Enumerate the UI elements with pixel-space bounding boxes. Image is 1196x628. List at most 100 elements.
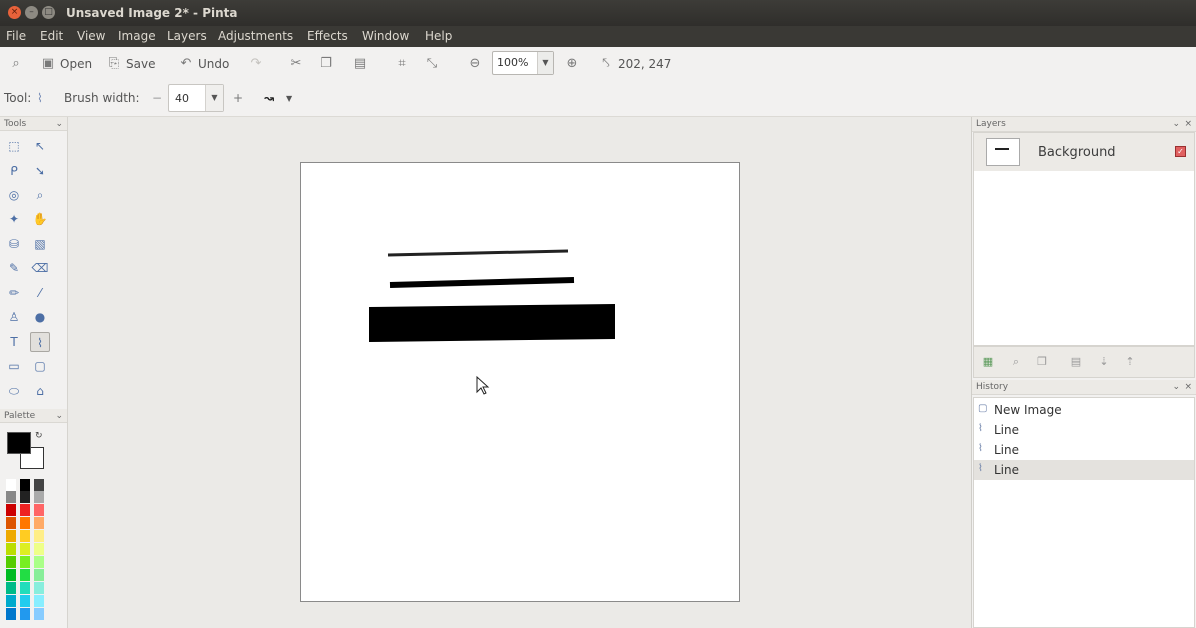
palette-swatch[interactable] xyxy=(6,608,16,620)
gradient-tool[interactable]: ▧ xyxy=(30,234,50,254)
palette-swatch[interactable] xyxy=(34,556,44,568)
open-button[interactable]: ▣ Open xyxy=(40,55,92,73)
palette-swatch[interactable] xyxy=(20,569,30,581)
palette-swatch[interactable] xyxy=(20,595,30,607)
rectangle-tool[interactable]: ▭ xyxy=(4,356,24,376)
duplicate-layer-icon[interactable]: ❐ xyxy=(1034,354,1050,370)
cut-button[interactable]: ✂ xyxy=(288,55,304,73)
line-style-dropdown-icon[interactable]: ▼ xyxy=(286,94,292,103)
zoom-combo[interactable]: 100% ▼ xyxy=(492,51,554,75)
palette-swatch[interactable] xyxy=(20,530,30,542)
history-item[interactable]: ▢ New Image xyxy=(974,400,1194,420)
ellipse-tool[interactable]: ⬭ xyxy=(4,381,24,401)
clone-stamp-tool[interactable]: ♙ xyxy=(4,307,24,327)
magic-wand-tool[interactable]: ✦ xyxy=(4,209,24,229)
paste-button[interactable]: ▤ xyxy=(352,55,368,73)
copy-button[interactable]: ❐ xyxy=(318,55,334,73)
panel-pin-icon[interactable]: ⌄ xyxy=(55,117,63,131)
move-selection-tool[interactable]: ➘ xyxy=(30,161,50,181)
palette-swatch[interactable] xyxy=(34,608,44,620)
line-curve-tool[interactable]: ⌇ xyxy=(30,332,50,352)
palette-swatch[interactable] xyxy=(6,595,16,607)
move-layer-down-icon[interactable]: ⇣ xyxy=(1096,354,1112,370)
zoom-out-button[interactable]: ⊖ xyxy=(467,55,483,73)
menu-window[interactable]: Window xyxy=(362,29,409,43)
freeform-shape-tool[interactable]: ⌂ xyxy=(30,381,50,401)
layer-row[interactable]: Background ✓ xyxy=(974,133,1194,171)
zoom-in-button[interactable]: ⊕ xyxy=(564,55,580,73)
palette-swatch[interactable] xyxy=(20,582,30,594)
layers-pin-icon[interactable]: ⌄ xyxy=(1172,117,1180,131)
pan-tool[interactable]: ✋ xyxy=(30,209,50,229)
palette-swatch[interactable] xyxy=(20,491,30,503)
brush-width-combo[interactable]: 40 ▼ xyxy=(168,84,224,112)
lasso-select-tool[interactable]: ᑭ xyxy=(4,161,24,181)
menu-adjustments[interactable]: Adjustments xyxy=(218,29,293,43)
palette-swatch[interactable] xyxy=(34,569,44,581)
palette-swatch[interactable] xyxy=(6,530,16,542)
menu-help[interactable]: Help xyxy=(425,29,452,43)
history-item[interactable]: ⌇ Line xyxy=(974,440,1194,460)
layer-properties-icon[interactable]: ⌕ xyxy=(1008,354,1024,370)
palette-swatch[interactable] xyxy=(34,504,44,516)
palette-pin-icon[interactable]: ⌄ xyxy=(55,409,63,423)
layers-close-icon[interactable]: × xyxy=(1184,117,1192,131)
zoom-tool[interactable]: ⌕ xyxy=(30,185,50,205)
palette-swatch[interactable] xyxy=(20,608,30,620)
palette-swatch[interactable] xyxy=(34,595,44,607)
minimize-window-button[interactable]: – xyxy=(25,6,38,19)
history-item[interactable]: ⌇ Line xyxy=(974,420,1194,440)
history-close-icon[interactable]: × xyxy=(1184,380,1192,394)
delete-layer-icon[interactable]: ▤ xyxy=(1068,354,1084,370)
decrease-brush-width-icon[interactable]: − xyxy=(152,91,162,105)
primary-color-swatch[interactable] xyxy=(7,432,31,454)
palette-swatch[interactable] xyxy=(34,543,44,555)
menu-image[interactable]: Image xyxy=(118,29,156,43)
ellipse-select-tool[interactable]: ◎ xyxy=(4,185,24,205)
palette-swatch[interactable] xyxy=(6,582,16,594)
palette-swatch[interactable] xyxy=(20,556,30,568)
pencil-tool[interactable]: ✏ xyxy=(4,283,24,303)
palette-swatch[interactable] xyxy=(6,491,16,503)
menu-file[interactable]: File xyxy=(6,29,26,43)
layer-visibility-checkbox[interactable]: ✓ xyxy=(1175,146,1186,157)
save-button[interactable]: ⎘ Save xyxy=(106,55,156,73)
maximize-window-button[interactable]: □ xyxy=(42,6,55,19)
menu-effects[interactable]: Effects xyxy=(307,29,348,43)
crop-button[interactable]: ⌗ xyxy=(394,55,410,73)
menu-layers[interactable]: Layers xyxy=(167,29,207,43)
redo-button[interactable]: ↷ xyxy=(248,55,264,73)
text-tool[interactable]: T xyxy=(4,332,24,352)
brush-width-dropdown-icon[interactable]: ▼ xyxy=(205,85,223,111)
history-pin-icon[interactable]: ⌄ xyxy=(1172,380,1180,394)
deselect-button[interactable]: ⤡ xyxy=(424,55,440,73)
palette-swatch[interactable] xyxy=(20,504,30,516)
move-selected-tool[interactable]: ↖ xyxy=(30,136,50,156)
palette-swatch[interactable] xyxy=(6,504,16,516)
add-layer-icon[interactable]: ▦ xyxy=(980,354,996,370)
palette-swatch[interactable] xyxy=(6,543,16,555)
palette-swatch[interactable] xyxy=(34,530,44,542)
palette-swatch[interactable] xyxy=(20,543,30,555)
history-item-selected[interactable]: ⌇ Line xyxy=(974,460,1194,480)
line-style-icon[interactable]: ↝ xyxy=(264,91,274,105)
color-picker-tool[interactable]: ⁄ xyxy=(30,283,50,303)
move-layer-up-icon[interactable]: ⇡ xyxy=(1122,354,1138,370)
swap-colors-icon[interactable]: ↻ xyxy=(35,431,43,441)
eraser-tool[interactable]: ⌫ xyxy=(30,258,50,278)
menu-edit[interactable]: Edit xyxy=(40,29,63,43)
palette-swatch[interactable] xyxy=(6,517,16,529)
zoom-dropdown-icon[interactable]: ▼ xyxy=(537,52,553,74)
image-canvas[interactable] xyxy=(300,162,740,602)
palette-swatch[interactable] xyxy=(6,556,16,568)
rectangle-select-tool[interactable]: ⬚ xyxy=(4,136,24,156)
increase-brush-width-icon[interactable]: + xyxy=(233,91,243,105)
palette-swatch[interactable] xyxy=(34,517,44,529)
close-window-button[interactable]: × xyxy=(8,6,21,19)
paint-bucket-tool[interactable]: ⛁ xyxy=(4,234,24,254)
paintbrush-tool[interactable]: ✎ xyxy=(4,258,24,278)
palette-swatch[interactable] xyxy=(6,479,16,491)
palette-swatch[interactable] xyxy=(20,479,30,491)
new-button[interactable]: ⌕ xyxy=(8,55,24,73)
recolor-tool[interactable]: ● xyxy=(30,307,50,327)
